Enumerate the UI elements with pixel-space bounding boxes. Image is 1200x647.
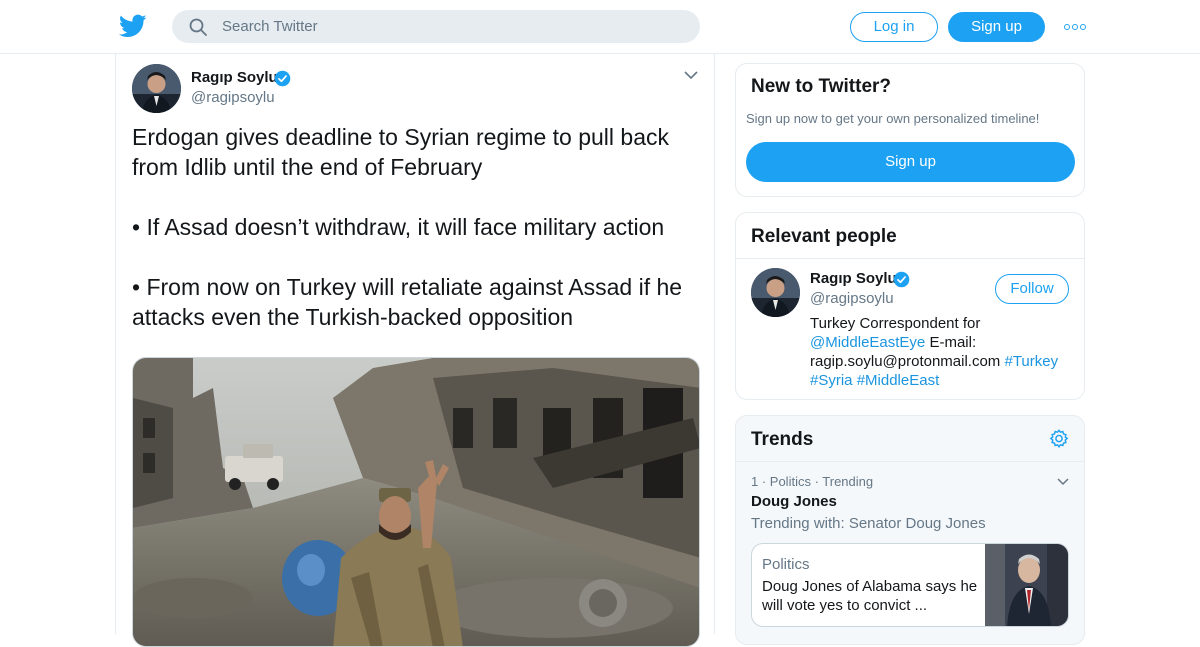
signup-button[interactable]: Sign up xyxy=(948,12,1045,42)
hashtag-link[interactable]: #MiddleEast xyxy=(857,372,940,389)
verified-badge-icon xyxy=(274,70,291,87)
trend-news-card[interactable]: Politics Doug Jones of Alabama says he w… xyxy=(751,543,1069,627)
person-name[interactable]: Ragıp Soylu xyxy=(810,270,897,287)
card-subtitle: Sign up now to get your own personalized… xyxy=(746,111,1040,126)
chevron-down-icon[interactable] xyxy=(683,69,699,81)
person-handle[interactable]: @ragipsoylu xyxy=(810,290,894,307)
card-header: Relevant people xyxy=(736,213,1084,259)
tweet-photo[interactable] xyxy=(132,357,700,647)
search-icon xyxy=(189,18,207,36)
bio-mention-link[interactable]: @MiddleEastEye xyxy=(810,334,925,351)
news-category: Politics xyxy=(762,556,810,573)
search-box[interactable] xyxy=(172,10,700,43)
tweet-paragraph: • If Assad doesn’t withdraw, it will fac… xyxy=(132,214,665,240)
relevant-people-card: Relevant people Ragıp Soylu @ragipsoylu … xyxy=(735,212,1085,400)
trend-context: Trending with: Senator Doug Jones xyxy=(751,515,986,532)
author-handle[interactable]: @ragipsoylu xyxy=(191,89,275,106)
twitter-bird-icon[interactable] xyxy=(119,12,147,40)
author-name[interactable]: Ragıp Soylu xyxy=(191,69,278,86)
person-bio: Turkey Correspondent for @MiddleEastEye … xyxy=(810,314,1078,390)
card-title: Relevant people xyxy=(751,226,897,247)
sidebar-signup-button[interactable]: Sign up xyxy=(746,142,1075,182)
author-avatar[interactable] xyxy=(132,64,181,113)
tweet-paragraph: • From now on Turkey will retaliate agai… xyxy=(132,274,683,330)
news-thumbnail xyxy=(985,544,1068,626)
person-avatar[interactable] xyxy=(751,268,800,317)
card-header: Trends xyxy=(736,416,1084,462)
trend-meta: 1 · Politics · Trending xyxy=(751,474,874,489)
news-headline: Doug Jones of Alabama says he will vote … xyxy=(762,578,978,614)
search-input[interactable] xyxy=(222,10,682,43)
verified-badge-icon xyxy=(893,271,910,288)
trends-card: Trends 1 · Politics · Trending Doug Jone… xyxy=(735,415,1085,645)
gear-icon[interactable] xyxy=(1048,428,1070,450)
more-dots-icon[interactable] xyxy=(1064,24,1086,30)
follow-button[interactable]: Follow xyxy=(995,274,1069,304)
tweet-card: Ragıp Soylu @ragipsoylu Erdogan gives de… xyxy=(115,54,715,647)
card-title: Trends xyxy=(751,429,814,450)
login-button[interactable]: Log in xyxy=(850,12,938,42)
tweet-paragraph: Erdogan gives deadline to Syrian regime … xyxy=(132,124,669,180)
hashtag-link[interactable]: #Syria xyxy=(810,372,853,389)
chevron-down-icon[interactable] xyxy=(1056,477,1070,487)
trend-topic-link[interactable]: Doug Jones xyxy=(751,493,837,510)
bio-text: Turkey Correspondent for xyxy=(810,315,981,332)
card-title: New to Twitter? xyxy=(751,76,892,97)
tweet-text: Erdogan gives deadline to Syrian regime … xyxy=(132,122,702,332)
new-to-twitter-card: New to Twitter? Sign up now to get your … xyxy=(735,63,1085,197)
top-bar: Log in Sign up xyxy=(0,0,1200,54)
hashtag-link[interactable]: #Turkey xyxy=(1004,353,1058,370)
